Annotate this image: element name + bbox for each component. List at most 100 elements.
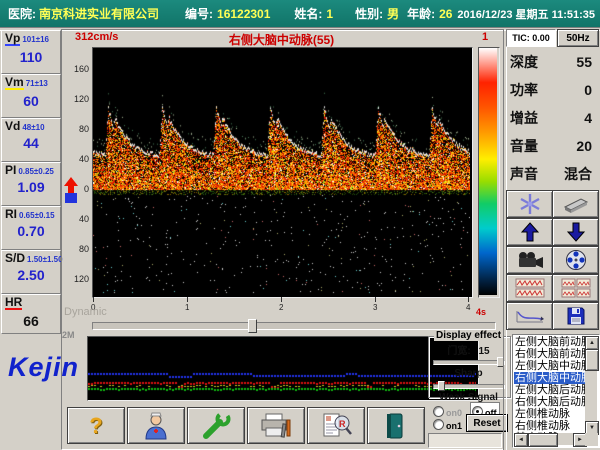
sharp-label: Sharp <box>454 368 483 379</box>
patient-id-label: 编号: <box>185 7 214 21</box>
artery-item[interactable]: 左侧大脑后动脉 <box>514 384 585 396</box>
sd-value: 2.50 <box>17 267 45 283</box>
baseline-marker-icon[interactable] <box>63 177 79 205</box>
y-tick-120: 120 <box>73 94 89 104</box>
artery-item[interactable]: 右侧大脑后动脉 <box>514 396 585 408</box>
artery-title: 右侧大脑中动脉(55) <box>228 33 335 47</box>
vp-value: 110 <box>19 49 43 65</box>
question-mark-icon: ? <box>89 412 103 438</box>
arrow-up-icon <box>520 222 539 242</box>
x-major-tick <box>93 297 94 302</box>
record-button[interactable] <box>506 246 553 274</box>
param-box-vp: Vp 101±16 110 <box>1 30 61 74</box>
artery-item[interactable]: 右侧椎动脉 <box>514 420 585 432</box>
probe-button[interactable] <box>552 190 599 218</box>
sd-range: 1.50±1.50 <box>27 255 63 264</box>
printer-icon <box>261 413 291 438</box>
settings-button[interactable] <box>187 407 245 444</box>
scale-down-button[interactable] <box>552 218 599 246</box>
snowflake-icon <box>519 194 540 214</box>
vertical-scrollbar[interactable]: ▲ ▼ <box>585 336 599 435</box>
hr-label: HR <box>5 295 23 310</box>
dual-trace-icon <box>515 278 544 298</box>
gain-value: 4 <box>584 110 592 126</box>
freeze-button[interactable] <box>506 190 553 218</box>
y-tick-n40: 40 <box>78 214 89 224</box>
print-button[interactable] <box>247 407 305 444</box>
sex-value: 男 <box>387 7 400 21</box>
arrow-down-icon <box>566 222 585 242</box>
quad-trace-button[interactable] <box>552 274 599 302</box>
x-axis-unit: 4s <box>476 307 487 317</box>
report-magnifier-icon: R <box>323 413 352 436</box>
floppy-disk-icon <box>567 307 584 325</box>
report-button[interactable]: R <box>307 407 365 444</box>
vm-label: Vm <box>5 75 24 90</box>
scrollbar-corner <box>585 433 598 446</box>
curve-icon <box>516 311 544 323</box>
trend-curve-button[interactable] <box>506 302 553 330</box>
colorbar-gradient <box>479 48 497 295</box>
scroll-left-icon[interactable]: ◄ <box>514 433 528 447</box>
horizontal-scrollbar[interactable]: ◄ ► <box>514 433 587 447</box>
scale-up-button[interactable] <box>506 218 553 246</box>
scroll-thumb[interactable] <box>585 349 599 371</box>
artery-listbox[interactable]: 左侧大脑前动脉 右侧大脑前动脉 左侧大脑中动脉 右侧大脑中动脉 左侧大脑后动脉 … <box>512 334 600 448</box>
vm-value: 60 <box>23 93 39 109</box>
sd-label: S/D <box>5 251 26 265</box>
artery-item[interactable]: 右侧大脑前动脉 <box>514 348 585 360</box>
scroll-up-icon[interactable]: ▲ <box>585 336 599 350</box>
dynamic-label: Dynamic <box>64 306 107 318</box>
artery-items: 左侧大脑前动脉 右侧大脑前动脉 左侧大脑中动脉 右侧大脑中动脉 左侧大脑后动脉 … <box>514 336 585 433</box>
mmode-display <box>87 336 479 401</box>
vd-range: 48±10 <box>22 123 45 132</box>
patient-info-button[interactable] <box>127 407 185 444</box>
reset-button[interactable]: Reset <box>466 414 508 432</box>
dual-trace-button[interactable] <box>506 274 553 302</box>
spectrum-canvas <box>93 48 470 295</box>
svg-text:R: R <box>339 419 346 429</box>
slider-handle[interactable] <box>248 319 257 333</box>
tcd-application-window: 医院: 南京科进实业有限公司 编号: 16122301 姓名: 1 性别: 男 … <box>0 0 600 450</box>
datetime-display: 2016/12/23 星期五 11:51:35 <box>457 8 595 21</box>
playback-button[interactable] <box>552 246 599 274</box>
artery-item-selected[interactable]: 右侧大脑中动脉 <box>514 372 585 384</box>
sex-label: 性别: <box>355 7 384 21</box>
gate-width-slider[interactable] <box>433 357 505 367</box>
x-tick-4: 4 <box>466 303 471 312</box>
pi-range: 0.85±0.25 <box>18 167 54 176</box>
mmode-canvas <box>88 337 476 398</box>
frequency-button[interactable]: 50Hz <box>557 29 599 47</box>
depth-label: 深度 <box>510 54 538 70</box>
artery-item[interactable]: 左侧大脑前动脉 <box>514 336 585 348</box>
volume-row: 音量 20 <box>506 132 598 160</box>
power-row: 功率 0 <box>506 76 598 104</box>
door-icon <box>387 413 403 438</box>
gate-width-row: 门宽: 15 <box>428 342 509 357</box>
x-major-tick <box>375 297 376 302</box>
acquisition-settings: 深度 55 功率 0 增益 4 音量 20 声音 混合 <box>506 48 598 188</box>
baseline-arrow-head <box>64 177 78 186</box>
artery-item[interactable]: 左侧大脑中动脉 <box>514 360 585 372</box>
hospital-label: 医院: <box>8 7 36 21</box>
scroll-thumb[interactable] <box>528 433 558 447</box>
vd-label: Vd <box>5 119 21 133</box>
slider-groove <box>433 360 505 365</box>
save-button[interactable] <box>552 302 599 330</box>
sharp-slider[interactable] <box>433 381 505 391</box>
volume-label: 音量 <box>510 138 538 154</box>
y-tick-n80: 80 <box>78 244 89 254</box>
exit-button[interactable] <box>367 407 425 444</box>
radio-on1[interactable]: on1 <box>433 416 462 434</box>
artery-item[interactable]: 左侧椎动脉 <box>514 408 585 420</box>
y-tick-160: 160 <box>73 64 89 74</box>
quad-trace-icon <box>561 278 590 298</box>
x-major-tick <box>187 297 188 302</box>
slider-handle[interactable] <box>438 381 445 391</box>
depth-value: 55 <box>576 54 592 70</box>
depth-row: 深度 55 <box>506 48 598 76</box>
pi-label: PI <box>5 163 17 177</box>
help-button[interactable]: ? <box>67 407 125 444</box>
x-major-tick <box>281 297 282 302</box>
param-box-pi: PI 0.85±0.25 1.09 <box>1 162 61 206</box>
